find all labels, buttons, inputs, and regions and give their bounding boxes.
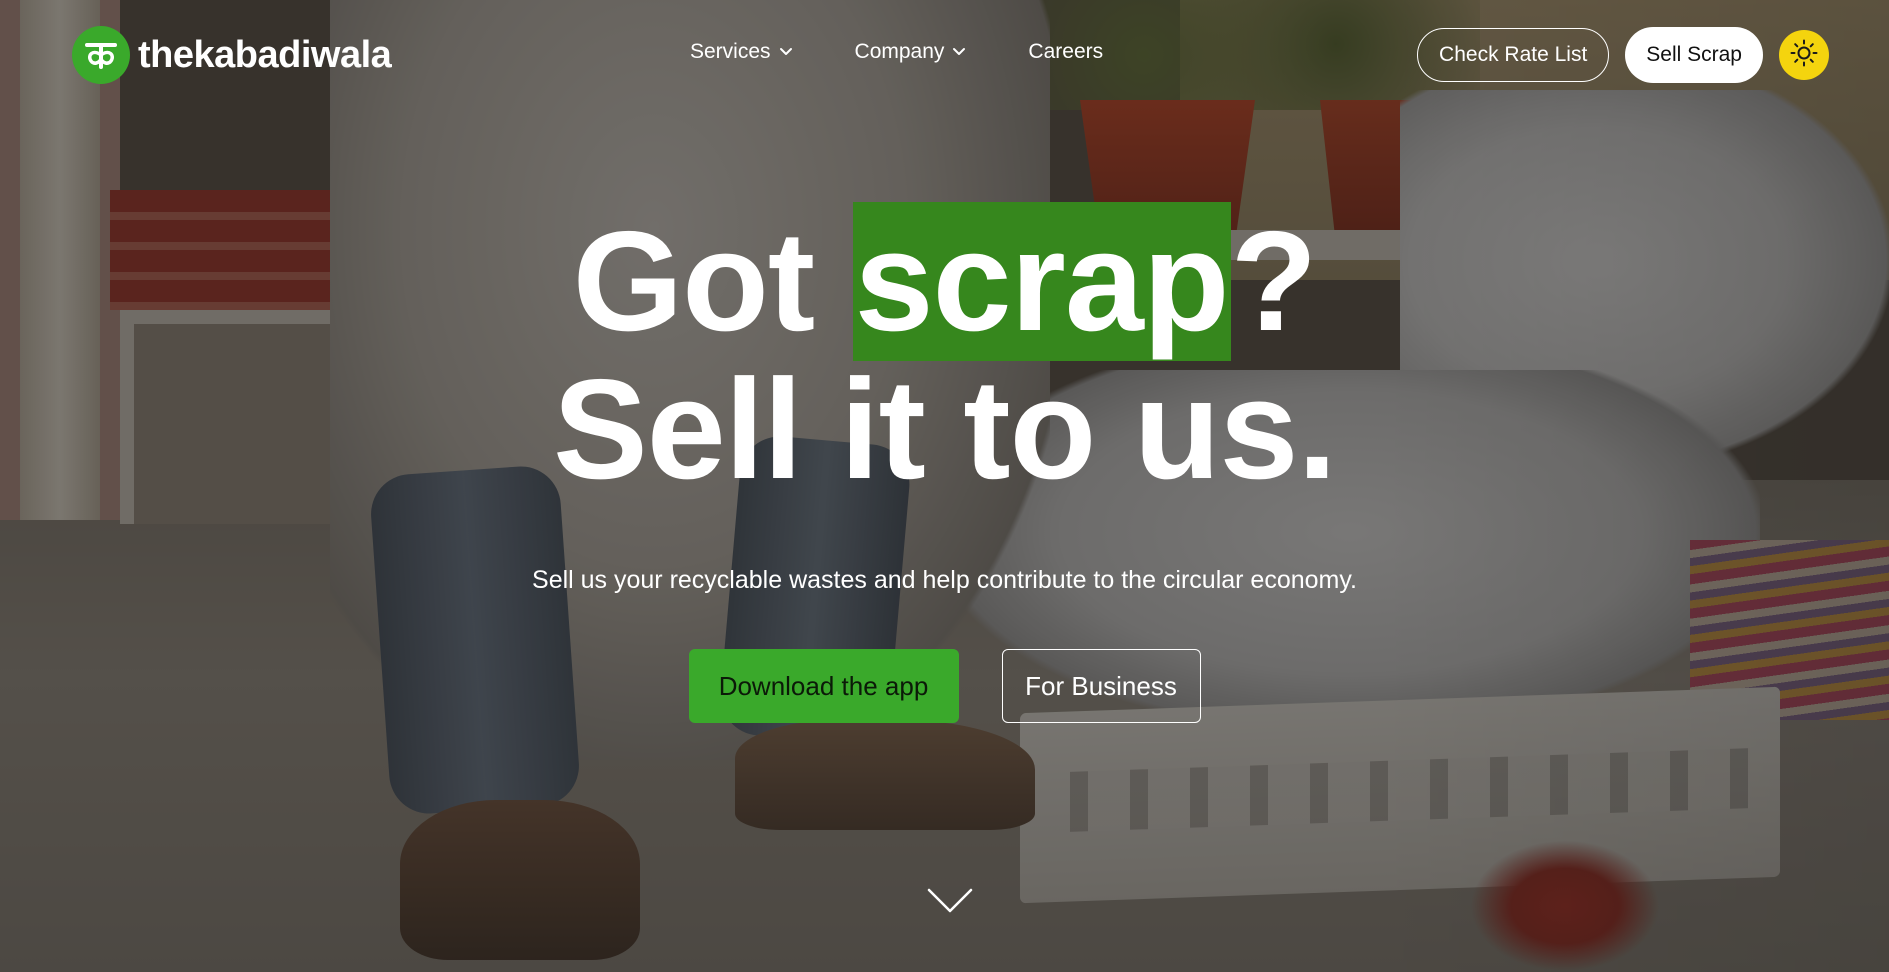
check-rate-list-button[interactable]: Check Rate List: [1417, 28, 1610, 82]
nav-item-label: Company: [854, 40, 945, 63]
headline-line-2: Sell it to us.: [553, 350, 1337, 509]
chevron-down-icon: [779, 47, 793, 57]
nav-item-label: Careers: [1028, 40, 1104, 63]
hero-headline: Got scrap? Sell it to us.: [0, 202, 1889, 509]
download-app-button[interactable]: Download the app: [688, 649, 959, 723]
hero-subtitle: Sell us your recyclable wastes and help …: [532, 566, 1357, 594]
headline-word-got: Got: [572, 202, 815, 361]
chevron-down-icon[interactable]: [926, 886, 974, 916]
top-navbar: thekabadiwala Services Company Careers C…: [0, 0, 1889, 112]
primary-nav: Services Company Careers: [690, 40, 1165, 64]
headline-line-1: Got scrap?: [0, 202, 1889, 361]
headline-question-mark: ?: [1230, 202, 1318, 361]
chevron-down-icon: [952, 47, 966, 57]
hero-section: thekabadiwala Services Company Careers C…: [0, 0, 1889, 972]
nav-item-label: Services: [690, 40, 771, 63]
sun-icon: [1789, 38, 1819, 73]
nav-item-careers[interactable]: Careers: [1028, 40, 1103, 64]
brand-logo[interactable]: thekabadiwala: [72, 26, 392, 84]
headline-highlight-scrap: scrap: [852, 202, 1231, 361]
logo-mark-icon: [72, 26, 130, 84]
brand-name: thekabadiwala: [138, 33, 392, 76]
nav-item-company[interactable]: Company: [855, 40, 967, 64]
nav-item-services[interactable]: Services: [690, 40, 793, 64]
nav-actions: Check Rate List Sell Scrap: [1417, 27, 1829, 83]
hero-cta-row: Download the app For Business: [0, 649, 1889, 723]
for-business-button[interactable]: For Business: [1001, 649, 1201, 723]
sell-scrap-button[interactable]: Sell Scrap: [1625, 27, 1763, 83]
theme-toggle-button[interactable]: [1779, 30, 1829, 80]
